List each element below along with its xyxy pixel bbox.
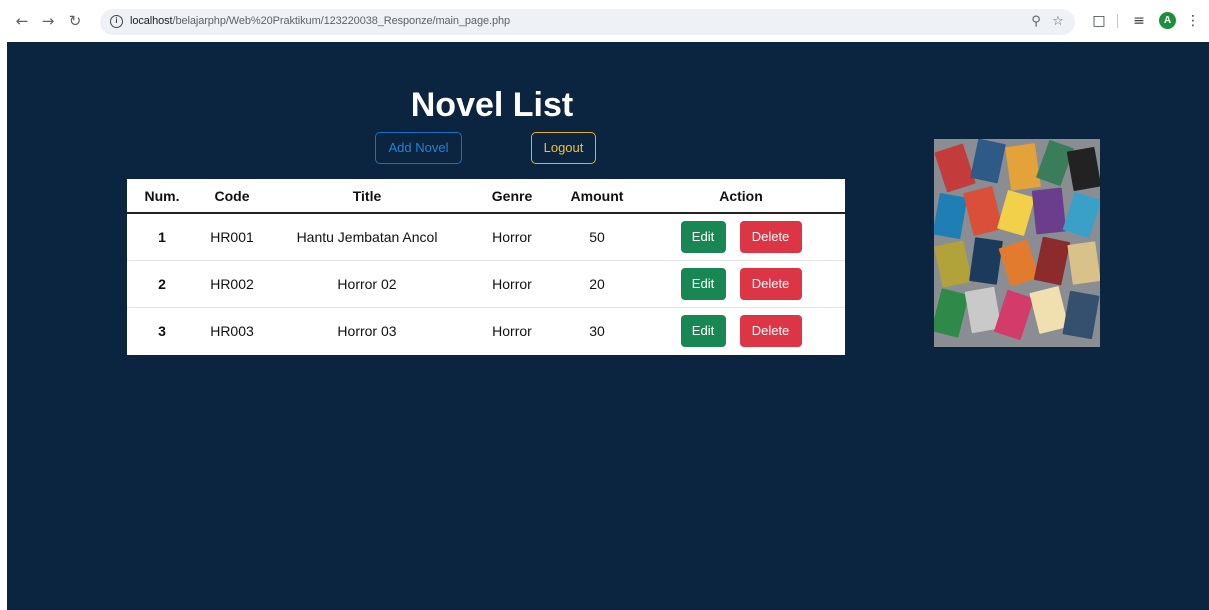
novel-table: Num. Code Title Genre Amount Action 1 HR… (127, 179, 845, 355)
cell-genre: Horror (492, 322, 532, 339)
reload-icon[interactable]: ↻ (66, 12, 84, 30)
cell-genre: Horror (467, 260, 557, 308)
cell-code: HR002 (197, 260, 267, 308)
menu-kebab-icon[interactable]: ⋮ (1184, 12, 1202, 30)
book-cover (969, 237, 1003, 285)
bookmark-star-icon[interactable]: ☆ (1050, 14, 1066, 30)
back-arrow-icon[interactable]: ← (13, 12, 31, 30)
book-cover (934, 288, 969, 338)
cell-title: Horror 03 (337, 322, 397, 339)
book-cover (1033, 236, 1071, 286)
table-row: 3 HR003 Horror 03 Horror 30 Edit Delete (127, 307, 845, 354)
book-cover (1062, 290, 1100, 340)
book-cover (1031, 187, 1067, 235)
header-genre: Genre (467, 179, 557, 214)
url-text[interactable]: localhost/belajarphp/Web%20Praktikum/123… (130, 15, 510, 27)
book-cover (997, 189, 1035, 237)
cell-num: 1 (127, 213, 197, 261)
edit-button[interactable]: Edit (680, 267, 726, 300)
cell-title: Hantu Jembatan Ancol (267, 213, 467, 261)
cell-amount: 30 (589, 322, 605, 339)
cell-code: HR003 (210, 322, 254, 339)
delete-button[interactable]: Delete (739, 267, 802, 300)
zoom-icon[interactable]: ⚲ (1028, 14, 1044, 30)
book-cover (1066, 146, 1100, 192)
toolbar-separator (1117, 14, 1118, 28)
header-code: Code (197, 179, 267, 214)
header-num: Num. (127, 179, 197, 214)
page-body: Novel List Add Novel Logout Num. Code Ti… (7, 42, 1209, 610)
page-title: Novel List (410, 86, 574, 124)
add-novel-button[interactable]: Add Novel (375, 132, 462, 164)
extensions-icon[interactable]: □ (1090, 12, 1108, 30)
book-cover (934, 192, 968, 240)
header-action: Action (637, 179, 845, 214)
address-bar[interactable]: i localhost/belajarphp/Web%20Praktikum/1… (100, 9, 1075, 35)
cell-code: HR001 (197, 213, 267, 261)
edit-button[interactable]: Edit (680, 314, 726, 347)
forward-arrow-icon[interactable]: → (39, 12, 57, 30)
cell-num: 2 (127, 260, 197, 308)
book-cover (934, 143, 976, 193)
logout-button[interactable]: Logout (531, 132, 596, 164)
table-header-row: Num. Code Title Genre Amount Action (127, 179, 845, 214)
cell-action: Edit Delete (637, 213, 845, 261)
cell-amount: 20 (557, 260, 637, 308)
cell-amount: 50 (557, 213, 637, 261)
cell-num: 3 (158, 322, 166, 339)
header-title: Title (267, 179, 467, 214)
cell-title: Horror 02 (267, 260, 467, 308)
book-cover (934, 240, 973, 288)
table-row: 2 HR002 Horror 02 Horror 20 Edit Delete (127, 260, 845, 308)
profile-avatar[interactable]: A (1159, 12, 1176, 29)
cell-action: Edit Delete (637, 307, 845, 354)
book-cover (993, 289, 1035, 341)
browser-toolbar: ← → ↻ i localhost/belajarphp/Web%20Prakt… (0, 0, 1209, 42)
cell-action: Edit Delete (637, 260, 845, 308)
book-cover (970, 139, 1006, 184)
cell-genre: Horror (467, 213, 557, 261)
delete-button[interactable]: Delete (739, 220, 802, 253)
book-collage-image (934, 139, 1100, 347)
edit-button[interactable]: Edit (680, 220, 726, 253)
reading-list-icon[interactable]: ≡ (1130, 12, 1148, 30)
site-info-icon[interactable]: i (110, 15, 123, 28)
book-cover (1067, 241, 1100, 285)
book-cover (1005, 143, 1041, 191)
book-cover (1062, 191, 1100, 239)
table-row: 1 HR001 Hantu Jembatan Ancol Horror 50 E… (127, 213, 845, 261)
header-amount: Amount (557, 179, 637, 214)
delete-button[interactable]: Delete (739, 314, 802, 347)
